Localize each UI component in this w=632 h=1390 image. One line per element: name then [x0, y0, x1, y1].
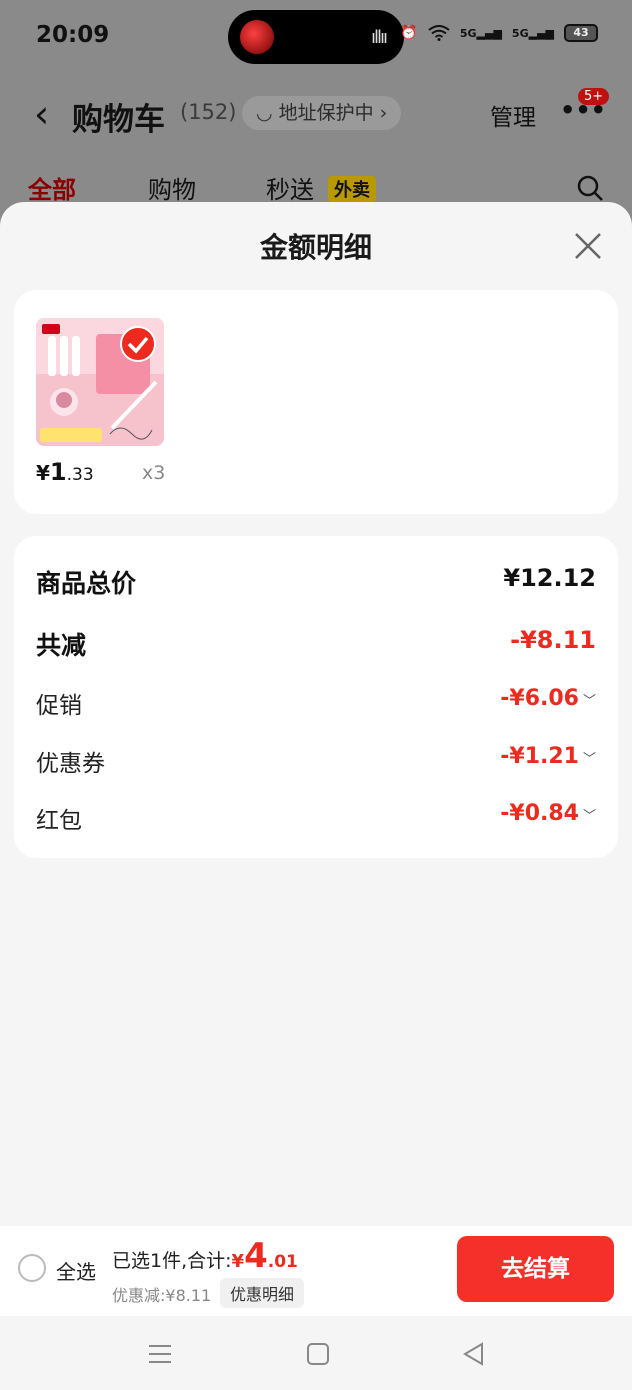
coupon-value: -¥1.21 ﹀ [500, 744, 596, 769]
promotion-value: -¥6.06 ﹀ [500, 686, 596, 711]
dynamic-island: ıllıı [228, 10, 404, 64]
amount-detail-sheet: 金额明细 ¥1.33 x3 商品总价 ¥12.12 共减 -¥8.11 促销 -… [0, 202, 632, 1226]
chevron-down-icon: ﹀ [582, 752, 596, 767]
row-red-packet[interactable]: 红包 -¥0.84 ﹀ [36, 801, 596, 841]
row-coupon[interactable]: 优惠券 -¥1.21 ﹀ [36, 744, 596, 784]
goods-total-value: ¥12.12 [503, 564, 596, 592]
total-reduction-label: 共减 [36, 631, 87, 660]
back-icon[interactable] [460, 1340, 488, 1368]
checkout-button[interactable]: 去结算 [457, 1236, 614, 1302]
red-packet-label: 红包 [36, 808, 82, 834]
status-icons: ⏰ 5G▂▄▆ 5G▂▄▆ 43 [400, 24, 598, 42]
notification-badge: 5+ [578, 88, 610, 105]
cart-count: (152) [180, 100, 237, 124]
search-icon[interactable] [576, 174, 604, 202]
battery-icon: 43 [564, 24, 598, 42]
waimai-tag: 外卖 [328, 176, 376, 202]
item-price: ¥1.33 [36, 458, 94, 486]
select-all-radio[interactable] [18, 1254, 46, 1282]
discount-detail-button[interactable]: 优惠明细 [220, 1278, 305, 1308]
discount-text: 优惠减:¥8.11 [112, 1286, 212, 1305]
address-protect-pill[interactable]: ◡ 地址保护中 › [242, 96, 402, 130]
status-bar: 20:09 ıllıı ⏰ 5G▂▄▆ 5G▂▄▆ 43 [0, 0, 632, 72]
close-icon[interactable] [568, 226, 608, 266]
wifi-icon [428, 25, 450, 41]
coupon-label: 优惠券 [36, 751, 105, 777]
status-time: 20:09 [36, 22, 110, 48]
promotion-label: 促销 [36, 693, 82, 719]
menu-icon[interactable] [146, 1340, 174, 1368]
manage-button[interactable]: 管理 [490, 98, 536, 132]
audio-wave-icon: ıllıı [370, 27, 388, 48]
row-promotion[interactable]: 促销 -¥6.06 ﹀ [36, 686, 596, 726]
cart-header: ‹ 购物车 (152) ◡ 地址保护中 › 管理 ••• 5+ [0, 78, 632, 148]
row-goods-total: 商品总价 ¥12.12 [36, 564, 596, 604]
price-breakdown-card: 商品总价 ¥12.12 共减 -¥8.11 促销 -¥6.06 ﹀ 优惠券 -¥1… [14, 536, 618, 858]
chevron-down-icon: ﹀ [582, 809, 596, 824]
home-icon[interactable] [304, 1340, 332, 1368]
tab-instant[interactable]: 秒送 [266, 170, 314, 205]
total-reduction-value: -¥8.11 [510, 626, 596, 654]
checkout-bar: 全选 已选1件,合计:¥4.01 优惠减:¥8.11 优惠明细 去结算 [0, 1226, 632, 1316]
item-quantity: x3 [142, 462, 166, 484]
red-packet-value: -¥0.84 ﹀ [500, 801, 596, 826]
item-card: ¥1.33 x3 [14, 290, 618, 514]
sheet-title: 金额明细 [259, 231, 372, 264]
signal-icon-1: 5G▂▄▆ [459, 26, 502, 40]
address-protect-label: 地址保护中 [278, 102, 374, 124]
goods-total-label: 商品总价 [36, 569, 137, 598]
chevron-down-icon: ﹀ [582, 694, 596, 709]
tab-shopping[interactable]: 购物 [148, 170, 196, 205]
selected-check-icon[interactable] [120, 326, 156, 362]
tab-all[interactable]: 全部 [28, 170, 76, 205]
select-all-label[interactable]: 全选 [56, 1256, 96, 1285]
selection-summary: 已选1件,合计:¥4.01 [112, 1236, 298, 1276]
total-price: ¥4.01 [231, 1236, 298, 1276]
page-title: 购物车 [72, 102, 165, 138]
system-nav-bar [0, 1316, 632, 1390]
selected-count-text: 已选1件,合计: [112, 1250, 232, 1272]
row-total-reduction: 共减 -¥8.11 [36, 626, 596, 666]
signal-icon-2: 5G▂▄▆ [511, 26, 554, 40]
back-arrow-icon[interactable]: ‹ [34, 92, 49, 136]
alarm-icon: ⏰ [400, 25, 418, 41]
music-cover-icon [240, 20, 274, 54]
